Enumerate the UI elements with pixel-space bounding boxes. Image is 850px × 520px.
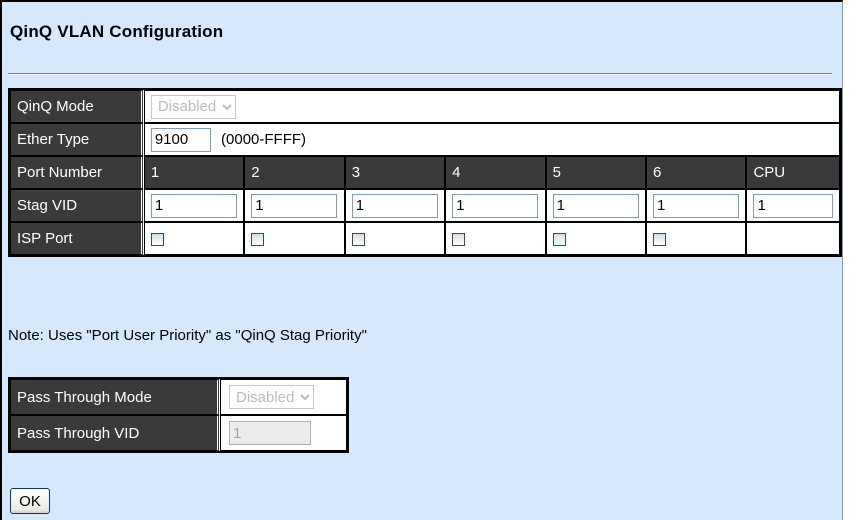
pass-through-mode-row: Pass Through Mode Disabled (10, 379, 347, 415)
pass-through-vid-label: Pass Through VID (10, 415, 220, 451)
ether-type-range: (0000-FFFF) (221, 131, 307, 148)
isp-port-checkbox-3[interactable] (351, 232, 365, 246)
title-divider (8, 73, 832, 75)
port-number-label: Port Number (10, 156, 144, 189)
qinq-mode-select[interactable]: Disabled (150, 94, 236, 119)
port-header-2: 2 (244, 156, 345, 189)
port-header-3: 3 (344, 156, 446, 189)
port-header-5: 5 (545, 156, 647, 189)
isp-port-cpu-empty (746, 222, 840, 255)
isp-port-checkbox-4[interactable] (452, 232, 466, 246)
qinq-config-panel: QinQ VLAN Configuration QinQ Mode Disabl… (0, 0, 843, 520)
stag-vid-input-cpu[interactable] (753, 193, 834, 218)
isp-port-checkbox-1[interactable] (150, 232, 164, 246)
pass-through-mode-select[interactable]: Disabled (229, 385, 314, 409)
stag-vid-label: Stag VID (10, 189, 144, 222)
qinq-mode-row: QinQ Mode Disabled (10, 90, 840, 123)
qinq-mode-label: QinQ Mode (10, 90, 144, 123)
isp-port-checkbox-2[interactable] (251, 232, 265, 246)
ether-type-input[interactable] (150, 127, 211, 152)
port-number-row: Port Number 1 2 3 4 5 6 CPU (10, 156, 840, 189)
stag-vid-input-3[interactable] (351, 193, 438, 218)
isp-port-checkbox-6[interactable] (653, 232, 667, 246)
ether-type-label: Ether Type (10, 123, 144, 156)
pass-through-mode-label: Pass Through Mode (10, 379, 220, 415)
port-header-cpu: CPU (746, 156, 840, 189)
isp-port-label: ISP Port (10, 222, 144, 255)
isp-port-checkbox-5[interactable] (552, 232, 566, 246)
ok-button[interactable]: OK (10, 488, 50, 514)
ether-type-row: Ether Type (0000-FFFF) (10, 123, 840, 156)
stag-vid-input-5[interactable] (552, 193, 639, 218)
stag-vid-input-4[interactable] (452, 193, 539, 218)
pass-through-table: Pass Through Mode Disabled Pass Through … (8, 377, 349, 453)
isp-port-row: ISP Port (10, 222, 840, 255)
qinq-table: QinQ Mode Disabled Ether Type (0000-FFFF… (8, 88, 842, 257)
port-header-1: 1 (143, 156, 245, 189)
priority-note: Note: Uses "Port User Priority" as "QinQ… (8, 327, 367, 344)
port-header-6: 6 (646, 156, 747, 189)
stag-vid-input-2[interactable] (251, 193, 338, 218)
pass-through-vid-input[interactable] (229, 421, 311, 445)
stag-vid-input-1[interactable] (150, 193, 237, 218)
port-header-4: 4 (445, 156, 546, 189)
page-title: QinQ VLAN Configuration (10, 22, 224, 41)
pass-through-vid-row: Pass Through VID (10, 415, 347, 451)
stag-vid-input-6[interactable] (653, 193, 740, 218)
stag-vid-row: Stag VID (10, 189, 840, 222)
